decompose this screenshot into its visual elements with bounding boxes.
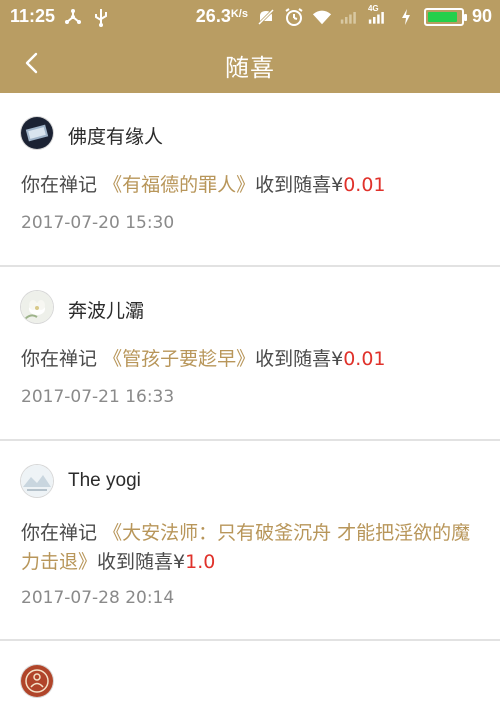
message-suffix: 收到随喜 <box>255 174 332 196</box>
donation-amount: 1.0 <box>185 551 216 573</box>
battery-percent: 90 <box>471 6 492 26</box>
charging-icon <box>396 7 416 27</box>
network-type: 4G <box>367 3 379 13</box>
article-link[interactable]: 《管孩子要趁早》 <box>103 348 255 370</box>
currency-symbol: ¥ <box>173 551 186 573</box>
wifi-icon <box>312 7 332 27</box>
battery-icon <box>423 7 467 26</box>
list-item[interactable]: 佛度有缘人 你在禅记 《有福德的罪人》收到随喜¥0.01 2017-07-20 … <box>0 93 500 267</box>
donation-message: 你在禅记 《有福德的罪人》收到随喜¥0.01 <box>21 171 481 200</box>
message-prefix: 你在禅记 <box>21 522 98 544</box>
status-time: 11:25 <box>10 6 56 26</box>
donation-message: 你在禅记 《管孩子要趁早》收到随喜¥0.01 <box>21 345 481 374</box>
avatar[interactable] <box>21 291 53 323</box>
battery-level <box>427 11 457 22</box>
user-name: 佛度有缘人 <box>68 126 164 148</box>
donation-amount: 0.01 <box>343 348 386 370</box>
currency-symbol: ¥ <box>331 174 344 196</box>
avatar[interactable] <box>21 117 53 149</box>
usb-icon <box>91 7 111 27</box>
donation-list: 佛度有缘人 你在禅记 《有福德的罪人》收到随喜¥0.01 2017-07-20 … <box>0 93 500 721</box>
app-header: 随喜 <box>0 32 500 93</box>
user-name: 奔波儿灞 <box>68 300 145 322</box>
timestamp: 2017-07-21 16:33 <box>21 387 175 407</box>
tether-icon <box>63 7 83 27</box>
signal-4g-icon: 4G <box>367 3 388 27</box>
user-name: The yogi <box>68 470 141 491</box>
network-speed-value: 26.3 <box>195 6 231 26</box>
message-suffix: 收到随喜 <box>255 348 332 370</box>
timestamp: 2017-07-20 15:30 <box>21 213 175 233</box>
list-item[interactable] <box>0 641 500 721</box>
network-speed: 26.3K/s <box>196 6 248 27</box>
network-speed-unit: K/s <box>230 8 248 20</box>
alarm-icon <box>284 7 304 27</box>
currency-symbol: ¥ <box>331 348 344 370</box>
list-item[interactable]: 奔波儿灞 你在禅记 《管孩子要趁早》收到随喜¥0.01 2017-07-21 1… <box>0 267 500 441</box>
message-prefix: 你在禅记 <box>21 348 98 370</box>
page-title: 随喜 <box>225 54 275 82</box>
donation-message: 你在禅记 《大安法师：只有破釜沉舟 才能把淫欲的魔力击退》收到随喜¥1.0 <box>21 519 481 577</box>
article-link[interactable]: 《有福德的罪人》 <box>103 174 255 196</box>
donation-amount: 0.01 <box>343 174 386 196</box>
avatar[interactable] <box>21 465 53 497</box>
timestamp: 2017-07-28 20:14 <box>21 588 175 608</box>
signal-icon <box>340 7 360 27</box>
status-bar: 11:25 26.3K/s 4G 90 <box>0 0 500 32</box>
message-prefix: 你在禅记 <box>21 174 98 196</box>
list-item[interactable]: The yogi 你在禅记 《大安法师：只有破釜沉舟 才能把淫欲的魔力击退》收到… <box>0 441 500 641</box>
mute-icon <box>256 7 276 27</box>
avatar[interactable] <box>21 665 53 697</box>
message-suffix: 收到随喜 <box>97 551 174 573</box>
